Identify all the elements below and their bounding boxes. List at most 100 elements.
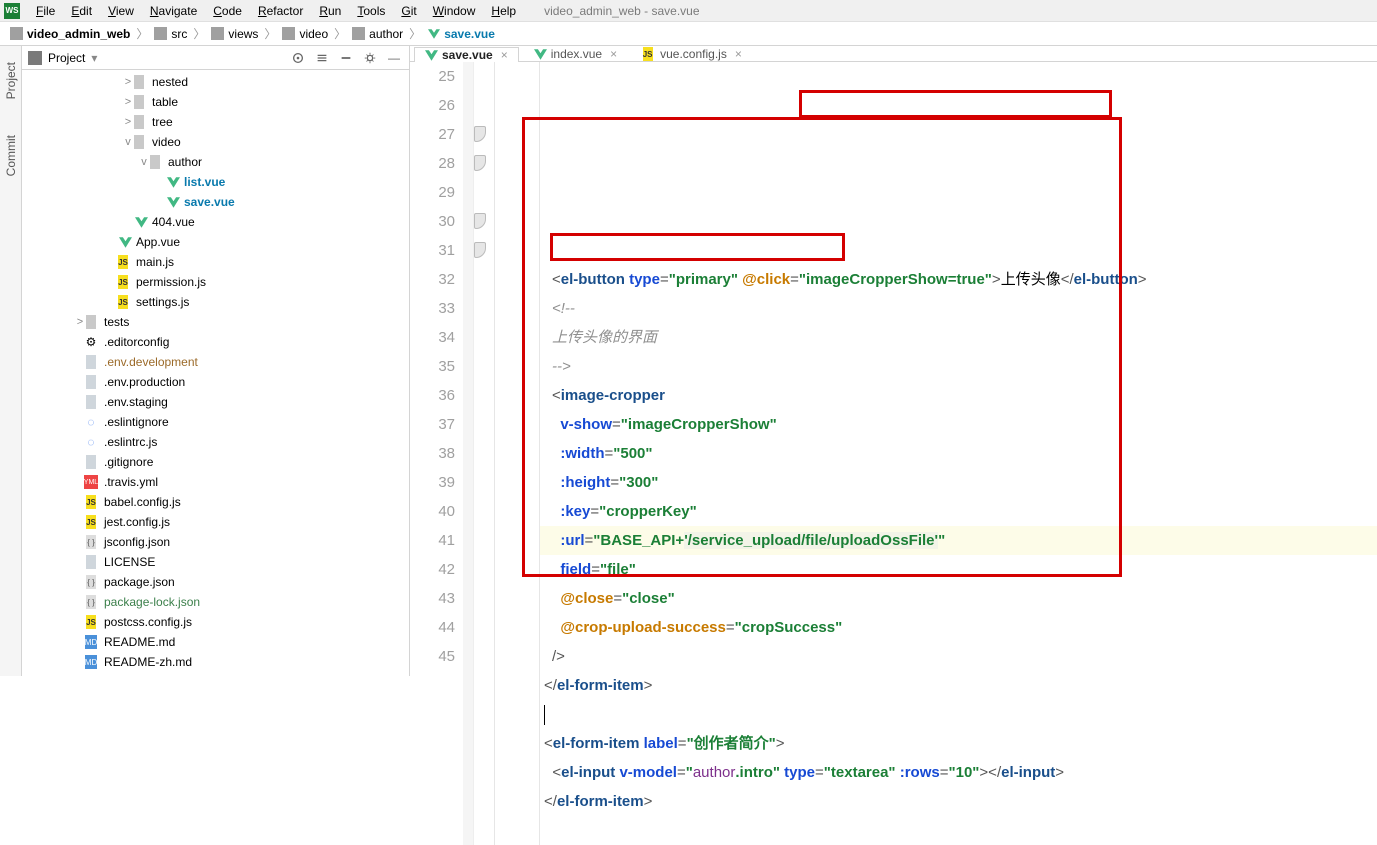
line-number[interactable]: 25 <box>410 62 455 91</box>
line-number[interactable]: 31 <box>410 236 455 265</box>
project-label[interactable]: Project <box>48 51 85 65</box>
tree-item[interactable]: >tests <box>22 312 409 332</box>
code-line[interactable]: v-show="imageCropperShow" <box>544 410 1377 439</box>
chevron-icon[interactable]: > <box>122 96 134 108</box>
tree-item[interactable]: ◌.eslintrc.js <box>22 432 409 452</box>
tree-item[interactable]: App.vue <box>22 232 409 252</box>
tree-item[interactable]: vvideo <box>22 132 409 152</box>
line-number[interactable]: 26 <box>410 91 455 120</box>
tree-item[interactable]: YML.travis.yml <box>22 472 409 492</box>
tab-commit[interactable]: Commit <box>4 127 18 184</box>
code-line[interactable]: /> <box>544 642 1377 671</box>
tree-item[interactable]: .env.production <box>22 372 409 392</box>
tree-item[interactable]: ⚙.editorconfig <box>22 332 409 352</box>
tree-item[interactable]: 404.vue <box>22 212 409 232</box>
line-number[interactable]: 32 <box>410 265 455 294</box>
menu-file[interactable]: File <box>28 4 63 18</box>
tree-item[interactable]: JSpostcss.config.js <box>22 612 409 632</box>
code-line[interactable]: :width="500" <box>544 439 1377 468</box>
fold-marker-icon[interactable] <box>474 126 486 142</box>
tree-item[interactable]: MDREADME-zh.md <box>22 652 409 672</box>
code-line[interactable]: </el-form-item> <box>544 787 1377 816</box>
tree-item[interactable]: .env.development <box>22 352 409 372</box>
code-line[interactable]: <el-form-item label="创作者简介"> <box>544 729 1377 758</box>
hide-icon[interactable]: — <box>385 49 403 67</box>
line-number[interactable]: 29 <box>410 178 455 207</box>
editor[interactable]: 2526272829303132333435363738394041424344… <box>410 62 1377 845</box>
fold-marker-icon[interactable] <box>474 213 486 229</box>
breadcrumb-item[interactable]: video <box>278 27 332 41</box>
menu-code[interactable]: Code <box>205 4 250 18</box>
tree-item[interactable]: ◌.eslintignore <box>22 412 409 432</box>
chevron-icon[interactable]: v <box>138 156 150 168</box>
tree-item[interactable]: JSjest.config.js <box>22 512 409 532</box>
tree-item[interactable]: >tree <box>22 112 409 132</box>
line-number[interactable]: 35 <box>410 352 455 381</box>
select-opened-icon[interactable] <box>289 49 307 67</box>
breadcrumb-item[interactable]: save.vue <box>423 27 499 41</box>
code-line[interactable]: <image-cropper <box>544 381 1377 410</box>
code-line[interactable]: <el-input v-model="author.intro" type="t… <box>544 758 1377 787</box>
line-number[interactable]: 33 <box>410 294 455 323</box>
line-number[interactable]: 41 <box>410 526 455 555</box>
menu-refactor[interactable]: Refactor <box>250 4 311 18</box>
tree-item[interactable]: save.vue <box>22 192 409 212</box>
tree-item[interactable]: JSsettings.js <box>22 292 409 312</box>
chevron-icon[interactable]: > <box>122 76 134 88</box>
breadcrumb-item[interactable]: src <box>150 27 191 41</box>
menu-run[interactable]: Run <box>311 4 349 18</box>
code-line[interactable]: :key="cropperKey" <box>544 497 1377 526</box>
tree-item[interactable]: JSbabel.config.js <box>22 492 409 512</box>
code-line[interactable]: </el-form-item> <box>544 671 1377 700</box>
tree-item[interactable]: JSpermission.js <box>22 272 409 292</box>
tree-item[interactable]: LICENSE <box>22 552 409 572</box>
code-line[interactable]: <el-button type="primary" @click="imageC… <box>544 265 1377 294</box>
tree-item[interactable]: vauthor <box>22 152 409 172</box>
breadcrumb-item[interactable]: author <box>348 27 407 41</box>
line-number[interactable]: 27 <box>410 120 455 149</box>
tree-item[interactable]: JSmain.js <box>22 252 409 272</box>
tree-item[interactable]: { }package.json <box>22 572 409 592</box>
fold-marker-icon[interactable] <box>474 155 486 171</box>
collapse-all-icon[interactable] <box>337 49 355 67</box>
menu-navigate[interactable]: Navigate <box>142 4 205 18</box>
menu-tools[interactable]: Tools <box>349 4 393 18</box>
line-number[interactable]: 45 <box>410 642 455 671</box>
code-line[interactable]: :height="300" <box>544 468 1377 497</box>
code-line[interactable] <box>544 236 1377 265</box>
line-number[interactable]: 44 <box>410 613 455 642</box>
expand-all-icon[interactable] <box>313 49 331 67</box>
editor-tab[interactable]: index.vue× <box>523 46 628 61</box>
chevron-icon[interactable]: > <box>74 316 86 328</box>
line-number[interactable]: 38 <box>410 439 455 468</box>
tab-project[interactable]: Project <box>4 54 18 107</box>
line-number[interactable]: 37 <box>410 410 455 439</box>
code-line[interactable]: 上传头像的界面 <box>544 323 1377 352</box>
tree-item[interactable]: { }package-lock.json <box>22 592 409 612</box>
code-content[interactable]: <el-button type="primary" @click="imageC… <box>540 62 1377 845</box>
line-number[interactable]: 42 <box>410 555 455 584</box>
line-number[interactable]: 39 <box>410 468 455 497</box>
code-line[interactable] <box>544 700 1377 729</box>
editor-tab[interactable]: JSvue.config.js× <box>632 46 753 61</box>
line-number[interactable]: 30 <box>410 207 455 236</box>
line-number[interactable]: 40 <box>410 497 455 526</box>
tree-item[interactable]: .env.staging <box>22 392 409 412</box>
tree-item[interactable]: MDREADME.md <box>22 632 409 652</box>
code-line[interactable] <box>544 816 1377 845</box>
menu-window[interactable]: Window <box>425 4 484 18</box>
gear-icon[interactable] <box>361 49 379 67</box>
menu-view[interactable]: View <box>100 4 142 18</box>
close-icon[interactable]: × <box>735 47 742 61</box>
menu-help[interactable]: Help <box>483 4 524 18</box>
chevron-down-icon[interactable]: ▾ <box>91 51 97 65</box>
code-line[interactable]: @close="close" <box>544 584 1377 613</box>
tree-item[interactable]: >nested <box>22 72 409 92</box>
menu-git[interactable]: Git <box>393 4 424 18</box>
breadcrumb-item[interactable]: views <box>207 27 262 41</box>
fold-marker-icon[interactable] <box>474 242 486 258</box>
project-tree[interactable]: >nested>table>treevvideovauthorlist.vues… <box>22 70 409 676</box>
editor-tab[interactable]: save.vue× <box>414 47 519 62</box>
line-number[interactable]: 36 <box>410 381 455 410</box>
tree-item[interactable]: .gitignore <box>22 452 409 472</box>
